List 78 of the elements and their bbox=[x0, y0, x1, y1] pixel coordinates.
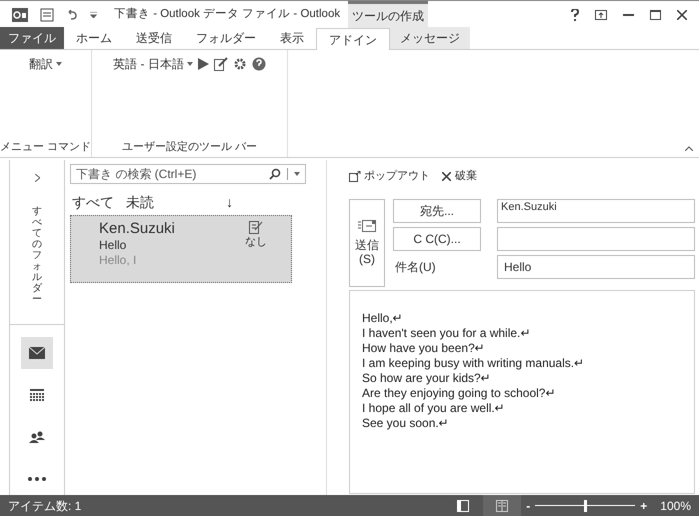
body-line: How have you been?↵ bbox=[362, 340, 485, 356]
ribbon-tab[interactable]: ホーム bbox=[64, 27, 124, 49]
message-body[interactable] bbox=[349, 290, 695, 494]
calendar-icon bbox=[30, 388, 44, 402]
outlook-logo-icon[interactable] bbox=[12, 8, 28, 22]
maximize-icon[interactable] bbox=[650, 10, 661, 20]
cc-button[interactable]: C C(C)... bbox=[393, 226, 481, 250]
ribbon-tab[interactable]: フォルダー bbox=[184, 27, 268, 49]
search-input[interactable]: 下書き の検索 (Ctrl+E) bbox=[76, 165, 269, 183]
mail-icon bbox=[29, 347, 45, 359]
body-line: See you soon.↵ bbox=[362, 416, 449, 430]
to-button[interactable]: 宛先... bbox=[393, 198, 481, 222]
draft-icon bbox=[249, 220, 263, 234]
zoom-thumb[interactable] bbox=[584, 500, 587, 512]
undo-icon[interactable] bbox=[66, 10, 78, 20]
help-icon[interactable] bbox=[571, 8, 579, 20]
ribbon-tab[interactable]: ファイル bbox=[0, 27, 64, 49]
search-icon[interactable] bbox=[269, 168, 281, 180]
dropdown-icon[interactable] bbox=[294, 172, 300, 176]
category-text: なし bbox=[245, 235, 267, 250]
body-line: I hope all of you are well.↵ bbox=[362, 400, 505, 416]
dropdown-button[interactable]: 翻訳 bbox=[29, 55, 62, 73]
folder-pane-label[interactable]: すべてのフォルダー bbox=[32, 206, 42, 306]
ribbon-tab[interactable]: 表示 bbox=[268, 27, 316, 49]
help-icon[interactable] bbox=[252, 57, 266, 71]
popout-button[interactable]: ポップアウト bbox=[349, 168, 430, 184]
dropdown-button[interactable]: 英語 - 日本語 bbox=[113, 55, 193, 73]
subject-label: 件名(U) bbox=[394, 258, 437, 276]
window-title: 下書き - Outlook データ ファイル - Outlook bbox=[113, 6, 342, 22]
body-line: I haven't seen you for a while.↵ bbox=[362, 326, 530, 340]
sender-name: Ken.Suzuki bbox=[99, 220, 176, 238]
filter-link[interactable]: 未読 bbox=[126, 192, 154, 213]
minimize-icon[interactable] bbox=[623, 14, 634, 16]
caret-icon bbox=[56, 62, 62, 66]
send-button[interactable]: 送信 (S) bbox=[349, 198, 385, 286]
subject-field[interactable]: Hello bbox=[497, 254, 695, 278]
ribbon-display-icon[interactable] bbox=[595, 10, 607, 20]
ribbon-tab[interactable]: 送受信 bbox=[124, 27, 184, 49]
body-line: So how are your kids?↵ bbox=[362, 370, 491, 386]
play-icon[interactable] bbox=[198, 58, 209, 70]
send-receive-icon[interactable] bbox=[40, 8, 54, 22]
caret-icon bbox=[186, 62, 193, 66]
group-label: ユーザー設定のツール バー bbox=[122, 140, 258, 152]
reading-view-icon[interactable] bbox=[496, 500, 508, 512]
to-field[interactable]: Ken.Suzuki bbox=[497, 198, 695, 222]
zoom-slider[interactable] bbox=[535, 500, 636, 512]
zoom-out-button[interactable]: - bbox=[521, 496, 536, 514]
close-icon[interactable] bbox=[677, 10, 687, 20]
people-icon bbox=[29, 431, 45, 443]
zoom-level: 100% bbox=[659, 498, 692, 514]
edit-page-icon[interactable] bbox=[214, 57, 228, 71]
search-field[interactable]: 下書き の検索 (Ctrl+E) bbox=[70, 164, 306, 184]
popout-icon bbox=[349, 170, 361, 182]
preview-text: Hello, I bbox=[99, 253, 138, 268]
context-tab-header: ツールの作成 bbox=[348, 1, 428, 28]
body-line: Are they enjoying going to school?↵ bbox=[362, 386, 556, 400]
zoom-in-button[interactable]: + bbox=[635, 496, 652, 514]
envelope-icon bbox=[358, 220, 376, 232]
ribbon-tab[interactable]: アドイン bbox=[316, 28, 390, 50]
expand-chevron-icon[interactable] bbox=[34, 174, 40, 182]
dropdown-icon[interactable] bbox=[90, 12, 97, 18]
group-label: メニュー コマンド bbox=[0, 140, 92, 152]
subject-text: Hello bbox=[99, 238, 128, 253]
ribbon-tab[interactable]: メッセージ bbox=[390, 27, 470, 49]
close-icon bbox=[442, 172, 451, 181]
gear-icon[interactable] bbox=[232, 57, 247, 71]
filter-link[interactable]: すべて bbox=[72, 192, 114, 213]
discard-button[interactable]: 破棄 bbox=[442, 168, 477, 184]
collapse-ribbon-icon[interactable] bbox=[685, 146, 693, 151]
body-line: I am keeping busy with writing manuals.↵ bbox=[362, 356, 584, 370]
normal-view-icon[interactable] bbox=[457, 500, 470, 512]
nav-button[interactable] bbox=[21, 337, 53, 369]
message-item[interactable]: Ken.Suzuki Hello Hello, I なし bbox=[70, 215, 292, 283]
sort-arrow[interactable]: ↓ bbox=[226, 192, 233, 213]
body-line: Hello,↵ bbox=[362, 310, 403, 326]
item-count: アイテム数: 1 bbox=[8, 498, 82, 514]
more-icon bbox=[28, 477, 46, 481]
cc-field[interactable] bbox=[497, 226, 695, 250]
